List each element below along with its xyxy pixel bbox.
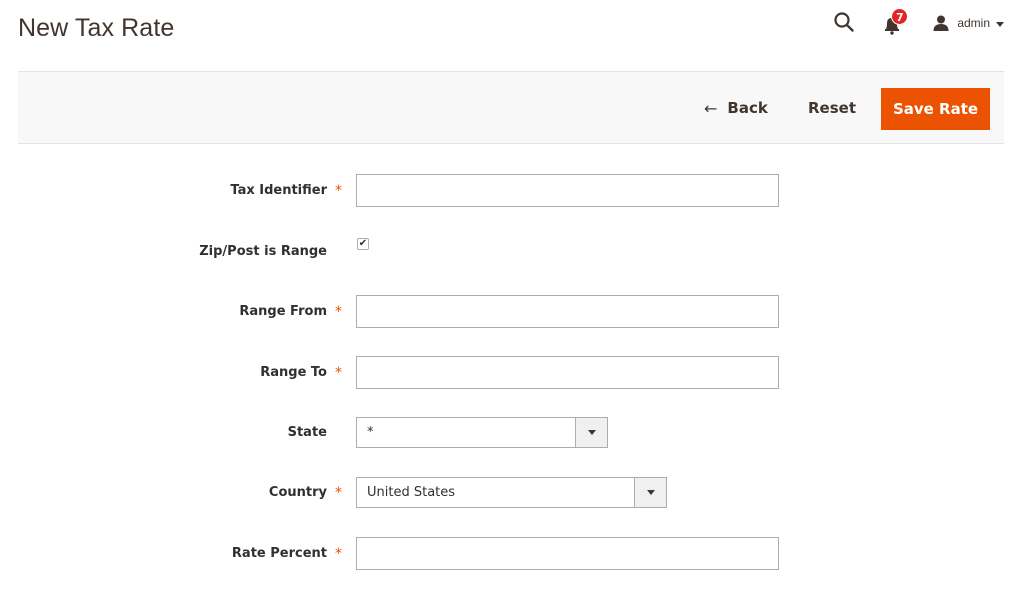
- notification-count-badge: 7: [891, 8, 909, 25]
- search-button[interactable]: [833, 11, 859, 35]
- user-icon: [933, 15, 949, 31]
- field-range-from: Range From *: [0, 295, 1024, 328]
- country-label: Country: [268, 485, 327, 500]
- tax-identifier-input[interactable]: [356, 174, 779, 207]
- rate-percent-input[interactable]: [356, 537, 779, 570]
- required-asterisk: *: [335, 182, 342, 199]
- page-actions-bar: ← Back Reset Save Rate: [18, 71, 1004, 144]
- required-asterisk: *: [335, 303, 342, 320]
- arrow-left-icon: ←: [704, 98, 718, 118]
- search-icon: [834, 12, 855, 32]
- field-tax-identifier: Tax Identifier *: [0, 174, 1024, 207]
- range-to-input[interactable]: [356, 356, 779, 389]
- field-state: State *: [0, 417, 1024, 450]
- back-button[interactable]: ← Back: [696, 88, 776, 128]
- required-asterisk: *: [335, 484, 342, 501]
- field-zip-is-range: Zip/Post is Range ✔: [0, 235, 1024, 268]
- country-select-toggle[interactable]: [634, 478, 666, 507]
- zip-is-range-label: Zip/Post is Range: [199, 244, 327, 259]
- state-label: State: [287, 425, 327, 440]
- header-actions: 7 admin: [833, 8, 1004, 35]
- state-select[interactable]: *: [356, 417, 608, 448]
- country-select[interactable]: United States: [356, 477, 667, 508]
- chevron-down-icon: [587, 430, 596, 435]
- required-asterisk: *: [335, 545, 342, 562]
- field-country: Country * United States: [0, 477, 1024, 510]
- country-select-value: United States: [367, 485, 456, 500]
- rate-percent-label: Rate Percent: [231, 546, 327, 561]
- required-asterisk: *: [335, 364, 342, 381]
- tax-identifier-label: Tax Identifier: [230, 183, 327, 198]
- range-to-label: Range To: [260, 365, 327, 380]
- user-name: admin: [957, 16, 990, 30]
- chevron-down-icon: [646, 490, 655, 495]
- notifications-button[interactable]: 7: [883, 8, 909, 35]
- save-rate-button[interactable]: Save Rate: [881, 88, 990, 130]
- chevron-down-icon: [996, 21, 1004, 27]
- zip-is-range-checkbox[interactable]: ✔: [357, 238, 369, 250]
- field-rate-percent: Rate Percent *: [0, 537, 1024, 570]
- range-from-label: Range From: [239, 304, 327, 319]
- page-title: New Tax Rate: [18, 14, 175, 42]
- state-select-value: *: [367, 425, 374, 440]
- reset-button[interactable]: Reset: [800, 88, 864, 128]
- back-button-label: Back: [727, 99, 768, 117]
- state-select-toggle[interactable]: [575, 418, 607, 447]
- range-from-input[interactable]: [356, 295, 779, 328]
- field-range-to: Range To *: [0, 356, 1024, 389]
- user-menu-button[interactable]: admin: [933, 15, 1004, 31]
